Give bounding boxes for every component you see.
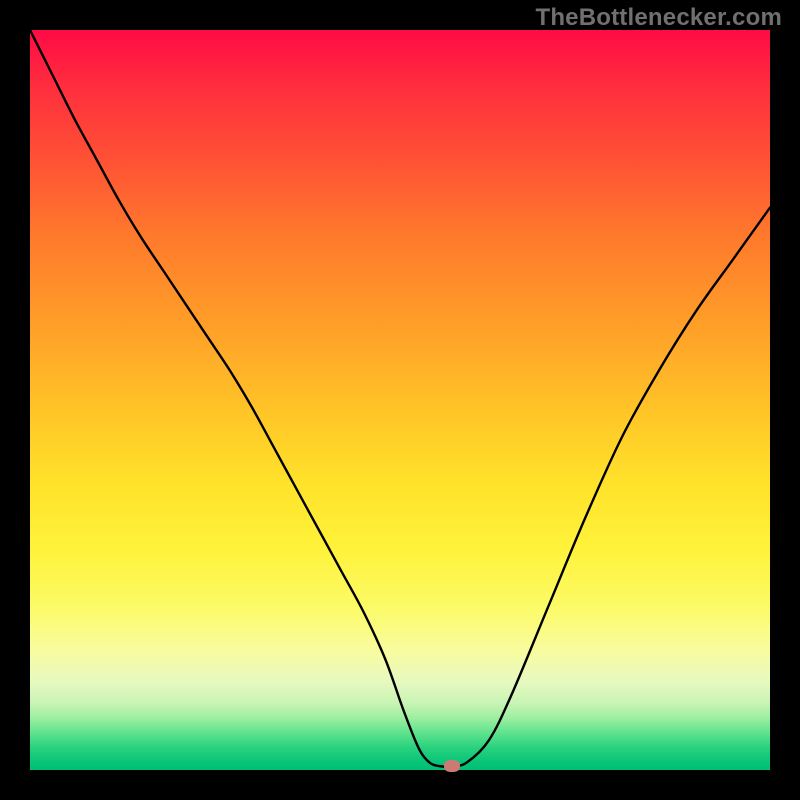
plot-area (30, 30, 770, 770)
optimal-point-marker (444, 760, 460, 772)
chart-frame: TheBottlenecker.com (0, 0, 800, 800)
watermark-text: TheBottlenecker.com (535, 4, 782, 32)
bottleneck-curve (30, 30, 770, 770)
